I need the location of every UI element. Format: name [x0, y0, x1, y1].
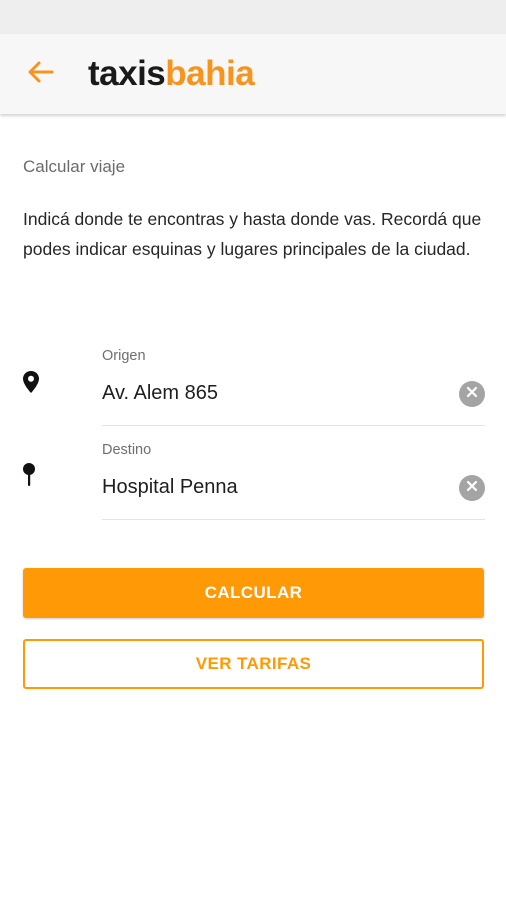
back-button[interactable] [20, 56, 60, 92]
arrow-left-icon [26, 60, 54, 89]
origin-input[interactable] [102, 378, 442, 408]
logo-text-taxis: taxis [88, 54, 166, 93]
origin-label: Origen [102, 348, 146, 364]
pushpin-icon [22, 462, 36, 488]
app-logo: taxisbahia [88, 54, 255, 94]
destination-input[interactable] [102, 472, 442, 502]
origin-clear-button[interactable] [459, 381, 485, 407]
logo-text-bahia: bahia [165, 54, 255, 93]
destination-field: Destino [102, 440, 485, 520]
page-title: Calcular viaje [23, 157, 126, 176]
intro-text: Indicá donde te encontras y hasta donde … [23, 209, 482, 259]
clear-icon [466, 479, 478, 497]
destination-clear-button[interactable] [459, 475, 485, 501]
app-bar: taxisbahia [0, 34, 506, 114]
status-bar [0, 0, 506, 34]
map-pin-icon [22, 370, 40, 394]
destination-label: Destino [102, 442, 152, 458]
clear-icon [466, 385, 478, 403]
view-rates-button[interactable]: VER TARIFAS [23, 639, 484, 689]
origin-field: Origen [102, 346, 485, 426]
calculate-button[interactable]: CALCULAR [23, 568, 484, 618]
